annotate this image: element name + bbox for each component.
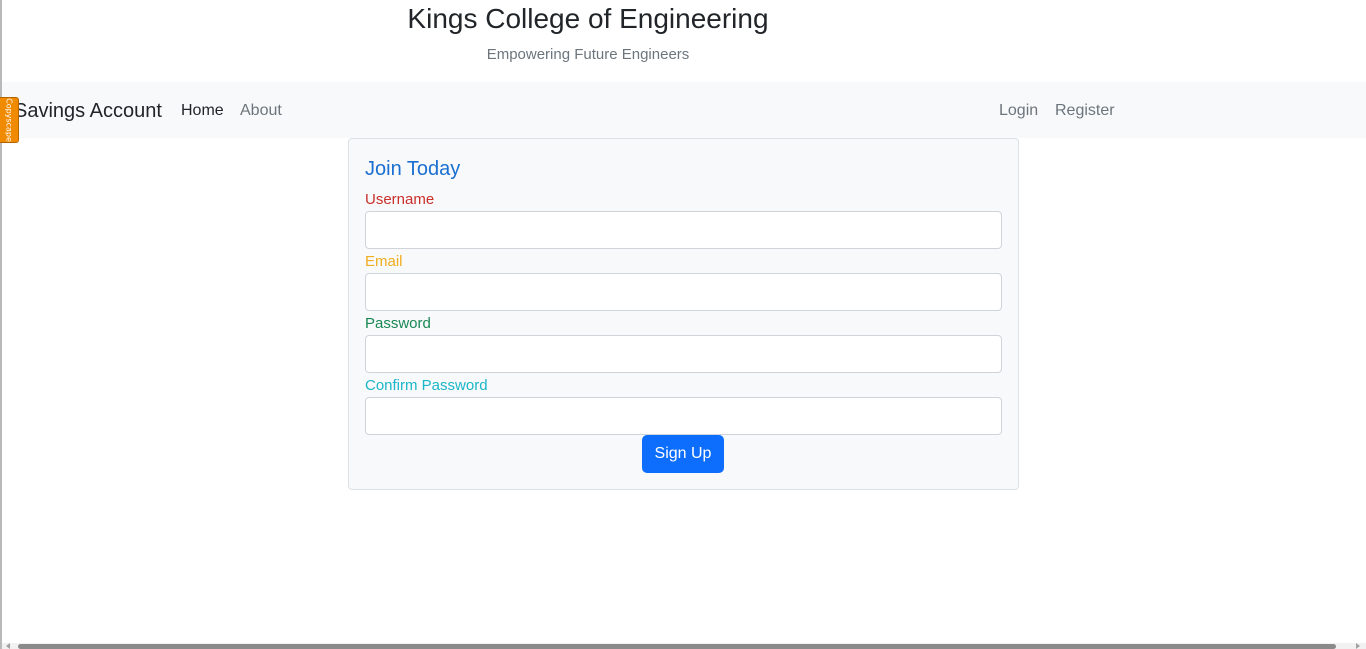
sign-up-button[interactable]: Sign Up xyxy=(642,435,724,473)
confirm-password-label: Confirm Password xyxy=(365,377,488,394)
signup-card: Join Today Username Email Password Confi… xyxy=(348,138,1019,490)
nav-link-home[interactable]: Home xyxy=(181,101,224,121)
username-label: Username xyxy=(365,191,435,208)
password-label: Password xyxy=(365,315,431,332)
horizontal-scroll-thumb[interactable] xyxy=(18,644,1336,649)
email-input[interactable] xyxy=(365,273,1002,311)
navbar: Savings Account Home About Login Registe… xyxy=(2,82,1366,138)
confirm-password-input[interactable] xyxy=(365,397,1002,435)
copyscape-extension-tab[interactable]: Copyscape xyxy=(0,97,19,143)
nav-link-register[interactable]: Register xyxy=(1055,101,1115,121)
navbar-brand[interactable]: Savings Account xyxy=(14,98,162,124)
site-subtitle: Empowering Future Engineers xyxy=(486,46,690,63)
nav-link-login[interactable]: Login xyxy=(999,101,1038,121)
copyscape-tab-label: Copyscape xyxy=(4,98,14,142)
horizontal-scrollbar[interactable] xyxy=(2,643,1366,649)
form-title: Join Today xyxy=(365,158,461,180)
scroll-left-arrow-icon[interactable] xyxy=(6,643,10,649)
scroll-right-arrow-icon[interactable] xyxy=(1356,643,1360,649)
site-title: Kings College of Engineering xyxy=(407,3,769,34)
page: Kings College of Engineering Empowering … xyxy=(0,0,1366,649)
nav-link-about[interactable]: About xyxy=(240,101,282,121)
email-label: Email xyxy=(365,253,403,270)
password-input[interactable] xyxy=(365,335,1002,373)
username-input[interactable] xyxy=(365,211,1002,249)
